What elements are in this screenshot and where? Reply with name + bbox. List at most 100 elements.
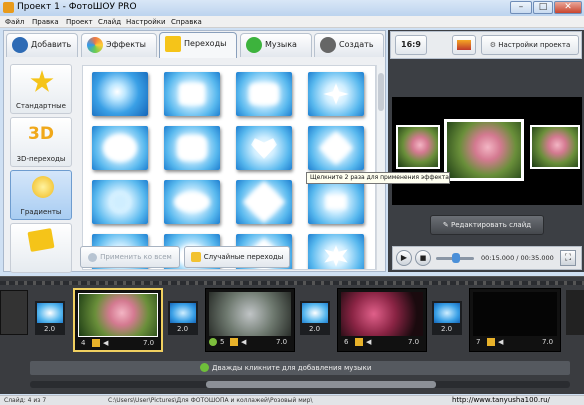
timeline-slide[interactable]: 6 ◀ 7.0 <box>337 288 427 352</box>
menu-item-settings[interactable]: Настройки <box>126 16 166 28</box>
menu-item-edit[interactable]: Правка <box>32 16 59 28</box>
folder-icon <box>27 228 55 252</box>
timeline-slide[interactable]: 7 ◀ 7.0 <box>469 288 561 352</box>
sun-icon <box>32 176 54 198</box>
category-gradients[interactable]: Градиенты <box>10 170 72 220</box>
tab-add[interactable]: Добавить <box>6 33 78 57</box>
timeline-transition[interactable]: 2.0 <box>432 301 462 335</box>
transition-thumb[interactable] <box>164 72 220 116</box>
transition-thumb[interactable] <box>164 126 220 170</box>
star-icon <box>165 35 181 52</box>
play-button[interactable]: ▶ <box>396 250 412 266</box>
menu-bar: Файл Правка Проект Слайд Настройки Справ… <box>0 16 584 28</box>
menu-item-help[interactable]: Справка <box>171 16 202 28</box>
tab-music[interactable]: Музыка <box>240 33 312 57</box>
minimize-button[interactable]: – <box>510 1 532 14</box>
slide-number: 6 <box>344 338 349 346</box>
scrollbar-thumb[interactable] <box>378 73 384 111</box>
image-icon <box>457 40 471 50</box>
slide-preview <box>392 97 582 205</box>
star-icon <box>30 70 54 92</box>
project-settings-label: Настройки проекта <box>498 41 571 49</box>
transition-thumb[interactable] <box>92 72 148 116</box>
film-reel-icon <box>320 36 336 53</box>
transition-thumb[interactable] <box>92 126 148 170</box>
status-bar: Слайд: 4 из 7 C:\Users\User\Pictures\Для… <box>0 395 584 405</box>
category-label: Градиенты <box>20 208 62 216</box>
slide-duration: 7.0 <box>143 339 155 347</box>
transition-preview <box>302 303 328 323</box>
gear-icon: ⚙ <box>489 41 497 49</box>
slide-thumbnail <box>78 293 158 337</box>
transition-thumb[interactable] <box>236 180 292 224</box>
menu-item-slide[interactable]: Слайд <box>98 16 121 28</box>
tab-create[interactable]: Создать <box>314 33 384 57</box>
timeline-slide-partial[interactable] <box>0 290 28 335</box>
status-icon <box>209 338 217 346</box>
timeline-scrollbar[interactable] <box>30 381 570 388</box>
slide-thumbnail <box>341 292 423 336</box>
dice-icon <box>190 252 201 262</box>
menu-item-project[interactable]: Проект <box>66 16 93 28</box>
tab-label: Эффекты <box>106 40 146 49</box>
background-image-button[interactable] <box>452 35 476 55</box>
check-icon <box>88 252 98 262</box>
project-settings-button[interactable]: ⚙ Настройки проекта <box>481 35 579 55</box>
scrollbar-thumb[interactable] <box>206 381 436 388</box>
edit-slide-button[interactable]: ✎ Редактировать слайд <box>430 215 544 235</box>
file-path: C:\Users\User\Pictures\Для ФОТОШОПА и ко… <box>108 397 313 404</box>
transition-thumb[interactable] <box>308 234 364 269</box>
transition-thumb[interactable] <box>308 72 364 116</box>
transition-thumb[interactable] <box>308 126 364 170</box>
tab-label: Добавить <box>31 40 72 49</box>
transition-thumb[interactable] <box>308 180 364 224</box>
slide-thumbnail <box>209 292 291 336</box>
tab-label: Переходы <box>184 39 227 48</box>
stop-button[interactable]: ■ <box>415 250 431 266</box>
transition-thumb[interactable] <box>92 180 148 224</box>
slide-counter: Слайд: 4 из 7 <box>4 397 47 404</box>
category-3d[interactable]: 3D 3D-переходы <box>10 117 72 167</box>
timeline-transition[interactable]: 2.0 <box>168 301 198 335</box>
window-title: Проект 1 - ФотоШОУ PRO <box>17 2 137 12</box>
pencil-icon <box>92 339 100 347</box>
maximize-button[interactable]: □ <box>533 1 553 14</box>
random-transitions-button[interactable]: Случайные переходы <box>184 246 290 268</box>
category-label: Стандартные <box>16 102 66 110</box>
speaker-icon: ◀ <box>366 338 372 346</box>
title-bar: Проект 1 - ФотоШОУ PRO – □ ✕ <box>0 0 584 16</box>
tab-effects[interactable]: Эффекты <box>81 33 157 57</box>
transition-thumb[interactable] <box>236 72 292 116</box>
transition-duration: 2.0 <box>44 325 56 333</box>
timeline-slide[interactable]: 5 ◀ 7.0 <box>205 288 295 352</box>
transition-preview <box>434 303 460 323</box>
tab-transitions[interactable]: Переходы <box>159 32 237 58</box>
preview-photo-right <box>530 125 580 169</box>
close-button[interactable]: ✕ <box>554 1 582 14</box>
random-transitions-label: Случайные переходы <box>203 253 284 261</box>
apply-to-all-button[interactable]: Применить ко всем <box>80 246 180 268</box>
3d-icon: 3D <box>28 124 54 144</box>
timeline-slide-partial[interactable] <box>566 290 584 335</box>
timeline-transition[interactable]: 2.0 <box>300 301 330 335</box>
playback-time: 00:15.000 / 00:35.000 <box>481 254 554 262</box>
music-track[interactable]: Дважды кликните для добавления музыки <box>30 361 570 375</box>
aspect-ratio-button[interactable]: 16:9 <box>395 35 427 55</box>
preview-photo-center <box>444 119 524 181</box>
category-standard[interactable]: Стандартные <box>10 64 72 114</box>
volume-slider-handle[interactable] <box>452 253 460 263</box>
transition-thumb[interactable] <box>236 126 292 170</box>
speaker-icon: ◀ <box>241 338 247 346</box>
palette-icon <box>87 36 103 53</box>
timeline-slide-selected[interactable]: 4 ◀ 7.0 <box>73 288 163 352</box>
apply-to-all-label: Применить ко всем <box>100 253 172 261</box>
slide-number: 5 <box>220 338 225 346</box>
transition-thumb[interactable] <box>164 180 220 224</box>
tab-label: Музыка <box>265 40 297 49</box>
fullscreen-button[interactable]: ⛶ <box>560 250 576 266</box>
grid-scrollbar[interactable] <box>376 65 384 270</box>
menu-item-file[interactable]: Файл <box>5 16 24 28</box>
slide-duration: 7.0 <box>276 338 288 346</box>
category-more[interactable] <box>10 223 72 273</box>
timeline-transition[interactable]: 2.0 <box>35 301 65 335</box>
